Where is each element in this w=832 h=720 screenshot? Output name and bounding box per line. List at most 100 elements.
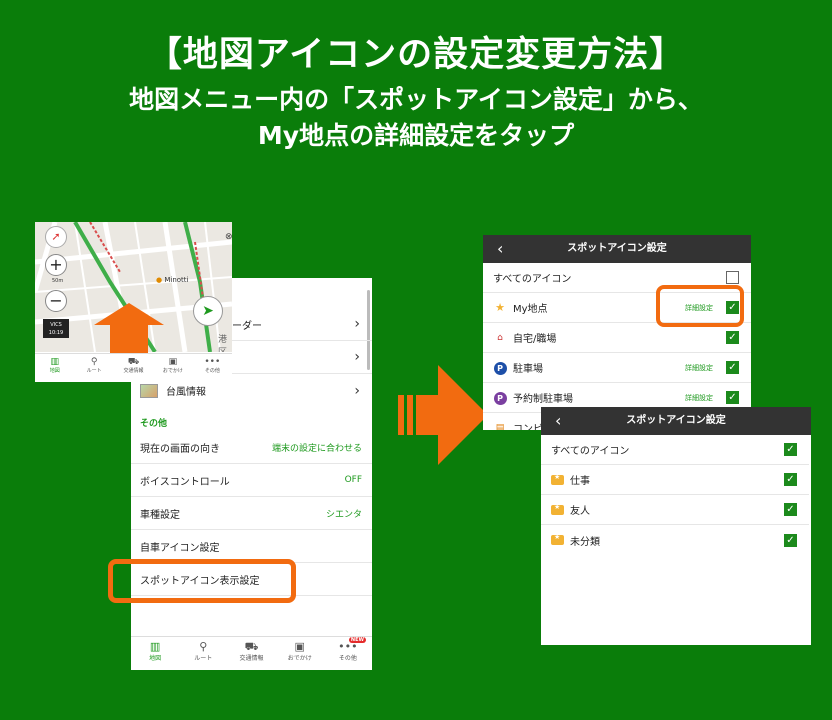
spot-row-label: すべてのアイコン [493,274,572,285]
menu-row-value: 端末の設定に合わせる [271,443,362,454]
vics-label: VICS [50,322,62,328]
zoom-in-button[interactable]: + [45,254,67,276]
spot-row-label: 駐車場 [513,364,543,375]
nav-label: 地図 [149,655,162,662]
route-icon: ⚲ [90,357,98,367]
nav-label: その他 [204,368,220,374]
nav-label: 交通情報 [239,655,264,662]
up-arrow-icon [94,303,164,353]
spot-icon-settings-screen: ‹ スポットアイコン設定 すべてのアイコン ★ My地点 詳細設定 ✓ ⌂ 自宅… [483,235,751,430]
close-icon[interactable]: ⊗ [225,232,232,242]
checkbox[interactable]: ✓ [726,391,739,404]
highlight-my-places-detail [656,285,744,327]
nav-map[interactable]: ▥ 地図 [131,637,179,670]
nav-route[interactable]: ⚲ ルート [179,637,227,670]
checkbox[interactable]: ✓ [784,443,797,456]
section-heading-other: その他 [140,419,168,429]
right-arrow-icon [398,365,488,465]
checkbox[interactable]: ✓ [726,331,739,344]
compass-icon[interactable]: ➚ [45,226,67,248]
detail-settings-link[interactable]: 詳細設定 [685,393,713,403]
reserved-parking-icon: P [493,391,507,405]
checkbox[interactable]: ✓ [726,361,739,374]
chevron-right-icon: › [354,349,360,365]
detail-row-all-icons[interactable]: すべてのアイコン ✓ [541,435,809,465]
detail-row-work[interactable]: 仕事 ✓ [541,465,809,495]
menu-row-label: ーダー [232,320,262,332]
car-icon: ⛟ [127,357,140,367]
bottom-nav: ▥ 地図 ⚲ ルート ⛟ 交通情報 ▣ おでかけ ••• その他 NEW [131,636,372,670]
bag-icon: ▣ [168,357,178,367]
new-badge: NEW [348,637,367,643]
nav-label: ルート [86,368,102,374]
nav-other[interactable]: ••• その他 [193,354,232,382]
nav-outing[interactable]: ▣ おでかけ [153,354,192,382]
more-icon: ••• [204,357,221,367]
spot-row-label: コンビ [513,424,543,430]
spot-detail-header: ‹ スポットアイコン設定 [541,407,811,435]
my-places-detail-screen: ‹ スポットアイコン設定 すべてのアイコン ✓ 仕事 ✓ 友人 ✓ 未分類 ✓ [541,407,811,645]
checkbox[interactable]: ✓ [784,473,797,486]
spot-row-parking[interactable]: P 駐車場 詳細設定 ✓ [483,353,751,383]
spot-row-label: 予約制駐車場 [513,394,573,405]
nav-map[interactable]: ▥ 地図 [35,354,74,382]
spot-row-home-work[interactable]: ⌂ 自宅/職場 ✓ [483,323,751,353]
map-screen: ➚ + 50m − VICS 10:19 ● Minotti ⊗ 港区 ➤ ▥地… [35,222,232,382]
nav-outing[interactable]: ▣ おでかけ [276,637,324,670]
menu-row-orientation[interactable]: 現在の画面の向き 端末の設定に合わせる [131,431,372,464]
chevron-right-icon: › [354,382,360,399]
parking-icon: P [493,361,507,375]
folder-star-icon [551,503,564,515]
menu-row-voice-control[interactable]: ボイスコントロール OFF [131,464,372,497]
map-bottom-nav: ▥ 地図 ⚲ ルート ⛟ 交通情報 ▣ おでかけ ••• その他 [35,353,232,382]
header-title: スポットアイコン設定 [567,243,667,254]
vics-widget[interactable]: VICS 10:19 [43,319,69,338]
detail-row-label: 未分類 [570,536,600,548]
checkbox[interactable]: ✓ [784,533,797,547]
detail-row-label: すべてのアイコン [551,446,630,457]
folder-star-icon [551,533,564,545]
menu-row-label: 車種設定 [140,509,180,521]
nav-label: おでかけ [162,368,183,374]
nav-label: おでかけ [287,655,312,662]
highlight-spot-icon-setting [108,559,296,603]
menu-row-label: ボイスコントロール [140,476,230,488]
menu-row-value: OFF [344,475,362,485]
bag-icon: ▣ [294,640,305,653]
spot-settings-header: ‹ スポットアイコン設定 [483,235,751,263]
store-icon: ▤ [495,422,505,431]
nav-label: その他 [338,655,357,662]
menu-row-label: 自車アイコン設定 [140,542,220,554]
menu-row-vehicle-type[interactable]: 車種設定 シエンタ [131,497,372,530]
detail-settings-link[interactable]: 詳細設定 [685,363,713,373]
header-title: スポットアイコン設定 [626,415,726,426]
page-title: 【地図アイコンの設定変更方法】 [146,35,686,75]
nav-label: 地図 [49,368,60,374]
detail-row-friend[interactable]: 友人 ✓ [541,495,809,525]
detail-row-label: 友人 [570,506,590,517]
route-icon: ⚲ [199,640,208,653]
spot-row-label: 自宅/職場 [513,334,557,345]
instruction-line-1: 地図メニュー内の「スポットアイコン設定」から、 [129,85,703,114]
instruction-line-2: My地点の詳細設定をタップ [257,121,575,150]
typhoon-icon [140,383,158,398]
nav-label: 交通情報 [123,368,144,374]
checkbox[interactable] [726,271,739,284]
current-location-button[interactable]: ➤ [193,296,223,326]
nav-other[interactable]: ••• その他 NEW [324,637,372,670]
detail-row-uncategorized[interactable]: 未分類 ✓ [541,525,809,555]
back-arrow-icon[interactable]: ‹ [497,235,503,263]
zoom-out-button[interactable]: − [45,290,67,312]
poi-label: ● Minotti [156,276,189,284]
more-icon: ••• [338,640,358,653]
checkbox[interactable]: ✓ [784,503,797,516]
nav-traffic[interactable]: ⛟ 交通情報 [227,637,275,670]
nav-traffic[interactable]: ⛟ 交通情報 [114,354,153,382]
menu-row-value: シエンタ [325,509,362,520]
place-label: 港区 [218,335,228,352]
nav-route[interactable]: ⚲ ルート [74,354,113,382]
chevron-right-icon: › [354,316,360,332]
back-arrow-icon[interactable]: ‹ [555,407,561,435]
restaurant-icon: ● [156,276,163,284]
map-icon: ▥ [50,357,59,367]
